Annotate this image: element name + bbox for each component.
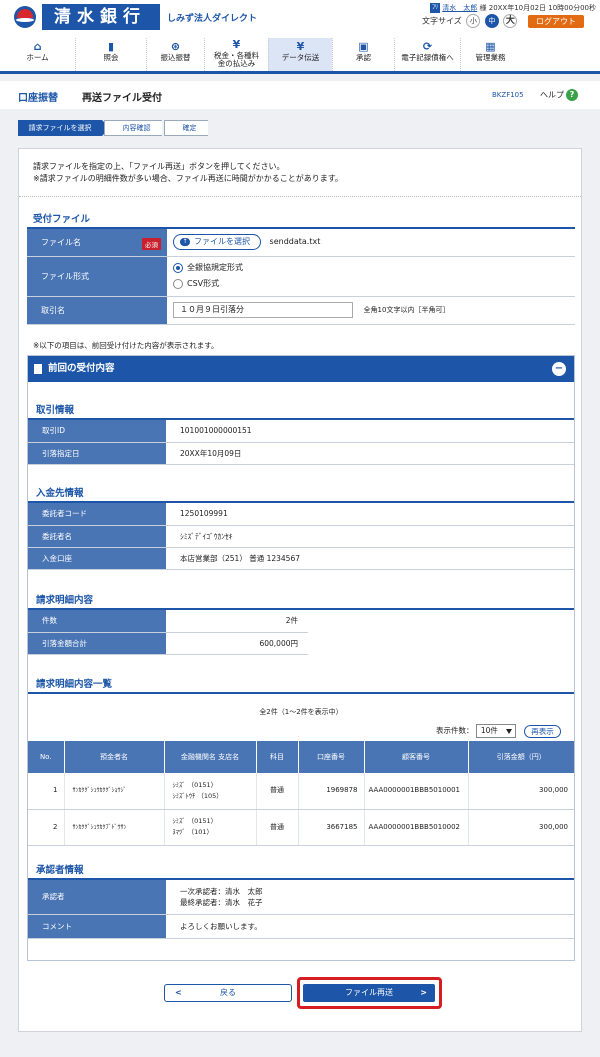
- upload-form: ファイル名 必須 ↑ ファイルを選択 senddata.txt ファイル形式 全銀協…: [27, 229, 575, 325]
- per-page-select[interactable]: 10件: [475, 724, 516, 738]
- collapse-minus-icon[interactable]: −: [552, 362, 566, 376]
- resend-file-button[interactable]: ファイル再送 >: [303, 984, 435, 1002]
- bank-logo-icon: [14, 6, 36, 28]
- document-icon: [34, 364, 42, 374]
- detail-list-table: No. 預金者名 金融機関名 支店名 科目 口座番号 顧客番号 引落金額（円） …: [28, 741, 574, 846]
- screen-id: BKZF105: [492, 91, 524, 99]
- step-select-file: 請求ファイルを選択: [18, 120, 110, 136]
- radio-unchecked-icon: [173, 278, 183, 289]
- approver-table: 承認者 一次承認者：清水 太郎 最終承認者：清水 花子 コメント よろしくお願いします…: [28, 880, 574, 939]
- trade-name-hint: 全角10文字以内［半角可］: [363, 306, 450, 314]
- detail-table: 件数 2件 引落金額合計 600,000円: [28, 610, 308, 655]
- admin-icon: ▦: [485, 40, 496, 53]
- e-claim-icon: ⟳: [422, 40, 433, 53]
- yen-icon: ¥: [232, 38, 241, 51]
- detail-list-title: 請求明細内容一覧: [36, 679, 113, 690]
- global-nav: ⌂ ホーム ▮ 照会 ⊛ 振込振替 ¥ 税金・各種料金の払込み ¥ データ伝送 …: [0, 38, 600, 74]
- nav-transfer[interactable]: ⊛ 振込振替: [146, 38, 204, 71]
- transfer-icon: ⊛: [170, 40, 181, 53]
- consignor-code: 1250109991: [166, 503, 574, 526]
- file-name-label: ファイル名 必須: [27, 229, 167, 257]
- previous-content-panel: 前回の受付内容 − 取引情報 取引ID 101001000000151 引落指定日…: [27, 355, 575, 961]
- payee-info-title: 入金先情報: [36, 488, 84, 499]
- logout-button[interactable]: ログアウト: [528, 15, 584, 28]
- previous-note: ※以下の項目は、前回受け付けた内容が表示されます。: [33, 341, 219, 350]
- debit-date: 20XX年10月09日: [166, 442, 574, 465]
- format-option-csv[interactable]: CSV形式: [173, 276, 575, 292]
- bank-branch-header: 金融機関名 支店名: [164, 741, 257, 773]
- nav-e-claim[interactable]: ⟳ 電子記録債権へ: [394, 38, 460, 71]
- radio-checked-icon: [173, 262, 183, 273]
- user-suffix: 様: [479, 4, 487, 12]
- service-name: しみず法人ダイレクト: [167, 14, 258, 24]
- select-file-button[interactable]: ↑ ファイルを選択: [173, 234, 261, 251]
- header: 清水銀行 しみず法人ダイレクト ﾌﾘ 清水 太郎 様 20XX年10月02日 1…: [0, 0, 600, 38]
- main-content: 請求ファイルを指定の上、「ファイル再送」ボタンを押してください。 ※請求ファイル…: [18, 148, 582, 1032]
- font-small-button[interactable]: 小: [466, 14, 481, 28]
- table-row: 1 ｻﾝｶｸｸﾞｼｭｳｶｸｸﾞｼｮｳｼﾞ ｼﾐｽﾞ （0151） ｼﾐｽﾞﾄｳﾁ …: [28, 773, 574, 810]
- chevron-right-icon: >: [420, 988, 427, 997]
- document-icon: ▮: [107, 40, 115, 53]
- trade-info-title: 取引情報: [36, 405, 75, 416]
- detail-title: 請求明細内容: [36, 595, 94, 606]
- chevron-down-icon: [505, 729, 512, 734]
- divider: [19, 196, 581, 197]
- back-button[interactable]: < 戻る: [164, 984, 292, 1002]
- nav-data-transfer[interactable]: ¥ データ伝送: [268, 38, 332, 71]
- first-approver: 一次承認者：清水 太郎: [180, 886, 263, 896]
- approver-info-title: 承認者情報: [36, 865, 84, 876]
- trade-name-label: 取引名: [27, 296, 167, 325]
- font-medium-button[interactable]: 中: [484, 14, 499, 28]
- user-icon: ﾌﾘ: [430, 3, 441, 13]
- approval-icon: ▣: [358, 40, 369, 53]
- instructions: 請求ファイルを指定の上、「ファイル再送」ボタンを押してください。 ※請求ファイル…: [33, 162, 343, 183]
- section-underline: [28, 692, 574, 694]
- detail-count: 2件: [166, 610, 308, 633]
- deposit-account: 本店営業部（251） 普通 1234567: [166, 547, 574, 570]
- page-title-bar: 口座振替 再送ファイル受付 BKZF105 ヘルプ?: [0, 81, 600, 109]
- panel-header[interactable]: 前回の受付内容 −: [28, 356, 574, 382]
- upload-section-title: 受付ファイル: [33, 214, 91, 225]
- consignor-name: ｼﾐｽﾞﾃﾞｲｺﾞｳｶﾝｾｷ: [166, 525, 574, 548]
- trade-name-input[interactable]: １０月９日引落分: [173, 302, 353, 318]
- nav-admin[interactable]: ▦ 管理業務: [460, 38, 520, 71]
- nav-inquiry[interactable]: ▮ 照会: [75, 38, 146, 71]
- home-icon: ⌂: [33, 40, 42, 53]
- font-large-button[interactable]: 大: [503, 14, 518, 28]
- redisplay-button[interactable]: 再表示: [524, 724, 561, 738]
- nav-approval[interactable]: ▣ 承認: [332, 38, 394, 71]
- detail-total: 600,000円: [166, 632, 308, 655]
- final-approver: 最終承認者：清水 花子: [180, 897, 263, 907]
- format-option-zengin[interactable]: 全銀協規定形式: [173, 260, 575, 276]
- user-name-link[interactable]: 清水 太郎: [442, 4, 477, 12]
- upload-cloud-icon: ↑: [180, 238, 190, 247]
- bank-name: 清水銀行: [42, 4, 160, 30]
- help-link[interactable]: ヘルプ?: [540, 89, 578, 101]
- page-title: 再送ファイル受付: [82, 93, 162, 104]
- nav-tax-payment[interactable]: ¥ 税金・各種料金の払込み: [204, 38, 268, 71]
- file-format-label: ファイル形式: [27, 256, 167, 297]
- nav-home[interactable]: ⌂ ホーム: [0, 38, 75, 71]
- comment: よろしくお願いします。: [166, 914, 574, 939]
- trade-info-table: 取引ID 101001000000151 引落指定日 20XX年10月09日: [28, 420, 574, 465]
- trade-id: 101001000000151: [166, 420, 574, 443]
- chevron-left-icon: <: [175, 988, 182, 997]
- step-confirm: 内容確認: [104, 120, 162, 136]
- list-count: 全2件（1～2件を表示中）: [259, 708, 343, 716]
- font-size-label: 文字サイズ: [422, 16, 462, 26]
- per-page-control: 表示件数： 10件 再表示: [436, 724, 561, 738]
- required-badge: 必須: [142, 238, 161, 250]
- selected-file-name: senddata.txt: [269, 237, 321, 247]
- help-icon: ?: [566, 89, 578, 101]
- data-transfer-icon: ¥: [296, 40, 305, 53]
- login-datetime: 20XX年10月02日 10時00分00秒: [488, 4, 596, 12]
- user-info: ﾌﾘ 清水 太郎 様 20XX年10月02日 10時00分00秒: [430, 3, 596, 13]
- table-row: 2 ｻﾝｶｸｸﾞｼｭｳｶｸﾌﾞﾄﾞｳｻﾝ ｼﾐｽﾞ （0151） ﾇﾏﾂﾞ （10…: [28, 809, 574, 846]
- font-size-control: 文字サイズ 小 中 大: [422, 14, 518, 28]
- step-finalize: 確定: [164, 120, 208, 136]
- payee-info-table: 委託者コード 1250109991 委託者名 ｼﾐｽﾞﾃﾞｲｺﾞｳｶﾝｾｷ 入金口座…: [28, 503, 574, 570]
- page-category: 口座振替: [18, 93, 58, 104]
